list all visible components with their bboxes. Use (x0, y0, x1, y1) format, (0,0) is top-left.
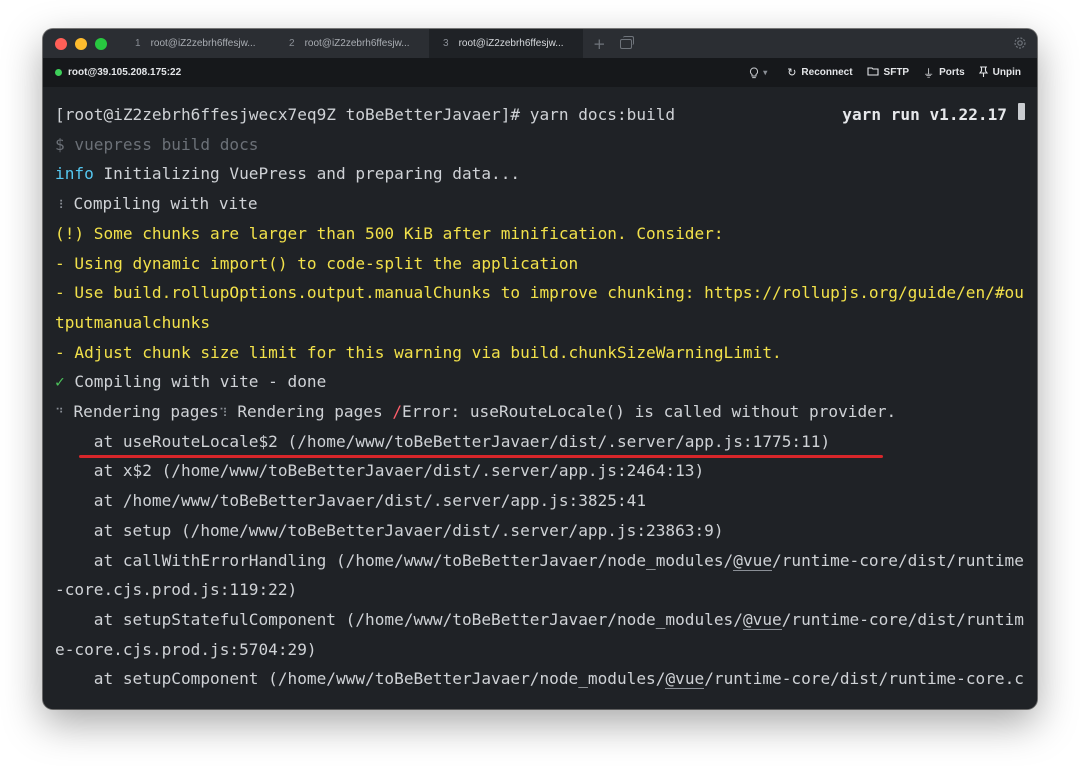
terminal-line: -core.cjs.prod.js:119:22) (55, 580, 298, 600)
line-text: /runtime-core/dist/runtim (781, 609, 1024, 629)
line-text: Initializing VuePress and preparing data… (93, 164, 521, 184)
lightbulb-icon[interactable]: ▾ (749, 66, 768, 79)
terminal-line: at x$2 (/home/www/toBeBetterJavaer/dist/… (55, 461, 705, 481)
plus-icon[interactable]: + (593, 35, 606, 53)
terminal-line: - Use build.rollupOptions.output.manualC… (55, 283, 1024, 303)
ports-button[interactable]: ⏚ Ports (923, 65, 965, 81)
sftp-label: SFTP (883, 67, 910, 78)
terminal-line: info Initializing VuePress and preparing… (55, 159, 520, 189)
vue-link[interactable]: @vue (742, 609, 782, 630)
line-text: Compiling with vite - done (64, 372, 327, 392)
terminal-line: - Adjust chunk size limit for this warni… (55, 342, 782, 362)
terminal-line: at /home/www/toBeBetterJavaer/dist/.serv… (55, 491, 647, 511)
connection-bar: root@39.105.208.175:22 ▾ ↻ Reconnect SFT… (43, 58, 1037, 87)
line-text: /runtime-core/dist/runtime-core.c (704, 669, 1024, 689)
vue-link[interactable]: @vue (665, 669, 705, 690)
tab-label: root@iZ2zebrh6ffesjw... (304, 38, 410, 49)
terminal-line: at setup (/home/www/toBeBetterJavaer/dis… (55, 520, 724, 540)
spinner-slash: / (392, 402, 403, 421)
spinner-icon: ⠸ (55, 198, 64, 213)
terminal-line: e-core.cjs.prod.js:5704:29) (55, 639, 317, 659)
spinner-icon: ⠙ (55, 406, 64, 420)
terminal-line: - Using dynamic import() to code-split t… (55, 253, 579, 273)
reconnect-button[interactable]: ↻ Reconnect (787, 66, 852, 79)
pin-icon (978, 65, 988, 80)
line-text: Rendering pages (227, 402, 393, 421)
unpin-button[interactable]: Unpin (978, 65, 1021, 80)
gear-icon[interactable] (1013, 36, 1027, 53)
terminal-line: ✓ Compiling with vite - done (55, 367, 326, 397)
line-text: at callWithErrorHandling (/home/www/toBe… (55, 550, 734, 570)
unpin-label: Unpin (992, 67, 1021, 78)
tab-overview-icon[interactable] (619, 35, 634, 49)
zoom-window-button[interactable] (95, 37, 107, 50)
chevron-down-icon: ▾ (763, 68, 768, 77)
scrollbar-thumb[interactable] (1018, 103, 1025, 120)
tab-2[interactable]: 2 root@iZ2zebrh6ffesjw... (275, 29, 429, 58)
line-text: at setupComponent (/home/www/toBeBetterJ… (55, 669, 666, 689)
terminal-line: [root@iZ2zebrh6ffesjwecx7eq9Z toBeBetter… (55, 105, 676, 124)
ports-label: Ports (939, 67, 965, 78)
terminal-line: at useRouteLocale$2 (/home/www/toBeBette… (55, 431, 831, 451)
minimize-window-button[interactable] (75, 37, 87, 50)
tab-3[interactable]: 3 root@iZ2zebrh6ffesjw... (429, 29, 583, 58)
connection-status-dot (55, 69, 62, 76)
sftp-button[interactable]: SFTP (866, 66, 910, 79)
terminal-line: at setupComponent (/home/www/toBeBetterJ… (55, 664, 1024, 694)
vue-link[interactable]: @vue (733, 550, 773, 571)
terminal-line: ⠸ Compiling with vite (55, 189, 258, 219)
tab-number: 2 (289, 38, 295, 49)
terminal-line: at setupStatefulComponent (/home/www/toB… (55, 605, 1024, 635)
reconnect-label: Reconnect (801, 67, 853, 78)
host-label: root@39.105.208.175:22 (68, 67, 182, 78)
close-window-button[interactable] (55, 37, 67, 50)
tab-label: root@iZ2zebrh6ffesjw... (150, 38, 256, 49)
error-message: Error: useRouteLocale() is called withou… (402, 402, 897, 421)
tab-label: root@iZ2zebrh6ffesjw... (458, 38, 564, 49)
info-tag: info (55, 164, 94, 184)
line-text: Rendering pages (63, 402, 219, 421)
yarn-version: yarn run v1.22.17 (842, 105, 1007, 124)
tab-number: 1 (135, 38, 141, 49)
terminal-output[interactable]: yarn run v1.22.17 [root@iZ2zebrh6ffesjwe… (43, 87, 1037, 709)
line-text: Compiling with vite (63, 194, 258, 214)
terminal-window: 1 root@iZ2zebrh6ffesjw... 2 root@iZ2zebr… (43, 29, 1037, 709)
folder-icon (866, 66, 879, 79)
checkmark-icon: ✓ (55, 372, 65, 392)
traffic-lights (55, 37, 107, 50)
tab-1[interactable]: 1 root@iZ2zebrh6ffesjw... (121, 29, 275, 58)
spinner-icon: ⠹ (218, 406, 228, 420)
plug-icon: ⏚ (923, 67, 935, 80)
line-text: /runtime-core/dist/runtime (772, 550, 1024, 570)
tab-bar: 1 root@iZ2zebrh6ffesjw... 2 root@iZ2zebr… (43, 29, 1037, 58)
terminal-line: ⠙ Rendering pages⠹ Rendering pages /Erro… (55, 397, 896, 427)
terminal-line: at callWithErrorHandling (/home/www/toBe… (55, 546, 1024, 576)
tab-number: 3 (443, 38, 449, 49)
terminal-line: (!) Some chunks are larger than 500 KiB … (55, 223, 724, 243)
terminal-line: $ vuepress build docs (55, 134, 259, 154)
terminal-line: tputmanualchunks (55, 312, 211, 332)
refresh-icon: ↻ (787, 67, 797, 79)
error-highlight-underline (79, 455, 883, 458)
line-text: at setupStatefulComponent (/home/www/toB… (55, 609, 743, 629)
